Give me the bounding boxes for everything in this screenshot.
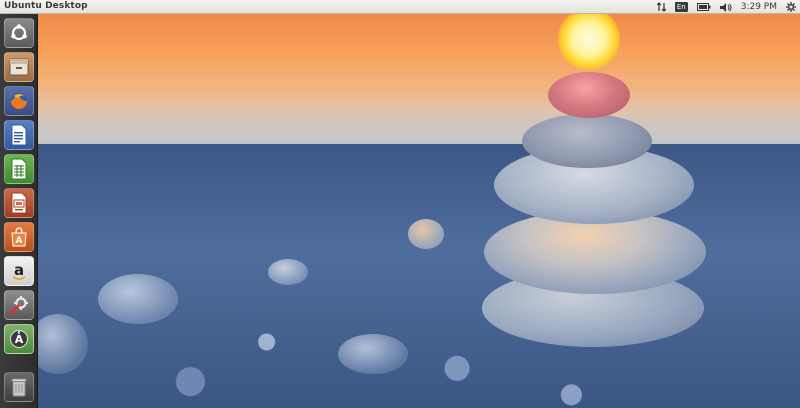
software-center-bag-icon: A <box>8 226 30 248</box>
dash-home-button[interactable] <box>4 18 34 48</box>
top-panel: Ubuntu Desktop En 3:29 PM <box>0 0 800 14</box>
svg-text:a: a <box>14 261 24 279</box>
libreoffice-writer-button[interactable] <box>4 120 34 150</box>
desktop-wallpaper <box>38 14 800 408</box>
foreground-rock <box>98 274 178 324</box>
speaker-icon[interactable] <box>719 0 732 14</box>
keyboard-layout-label: En <box>674 2 688 12</box>
impress-presentation-icon <box>9 192 29 214</box>
keyboard-layout-indicator[interactable]: En <box>674 0 688 14</box>
system-settings-icon <box>8 294 30 316</box>
gear-icon[interactable] <box>786 0 796 14</box>
writer-document-icon <box>9 124 29 146</box>
foreground-rock <box>338 334 408 374</box>
stacked-stone <box>522 114 652 168</box>
ubuntu-software-center-button[interactable]: A <box>4 222 34 252</box>
window-title: Ubuntu Desktop <box>4 1 88 11</box>
network-arrows-icon[interactable] <box>656 0 666 14</box>
software-updater-button[interactable]: A <box>4 324 34 354</box>
firefox-button[interactable] <box>4 86 34 116</box>
indicator-area: En 3:29 PM <box>648 0 796 14</box>
svg-text:A: A <box>16 236 23 246</box>
system-settings-button[interactable] <box>4 290 34 320</box>
clock[interactable]: 3:29 PM <box>741 0 777 14</box>
sun <box>558 14 620 70</box>
stacked-stone-top <box>548 72 630 118</box>
updater-icon: A <box>8 328 30 350</box>
background-rock <box>408 219 444 249</box>
calc-spreadsheet-icon <box>9 158 29 180</box>
file-cabinet-icon <box>8 56 30 78</box>
trash-button[interactable] <box>4 372 34 402</box>
battery-icon[interactable] <box>696 0 711 14</box>
libreoffice-calc-button[interactable] <box>4 154 34 184</box>
trash-icon <box>10 376 28 398</box>
files-button[interactable] <box>4 52 34 82</box>
amazon-icon: a <box>8 260 30 282</box>
unity-launcher: A a A <box>0 14 38 408</box>
libreoffice-impress-button[interactable] <box>4 188 34 218</box>
background-rock <box>268 259 308 285</box>
amazon-button[interactable]: a <box>4 256 34 286</box>
ubuntu-logo-icon <box>9 23 29 43</box>
svg-text:A: A <box>15 333 24 346</box>
firefox-icon <box>8 90 30 112</box>
